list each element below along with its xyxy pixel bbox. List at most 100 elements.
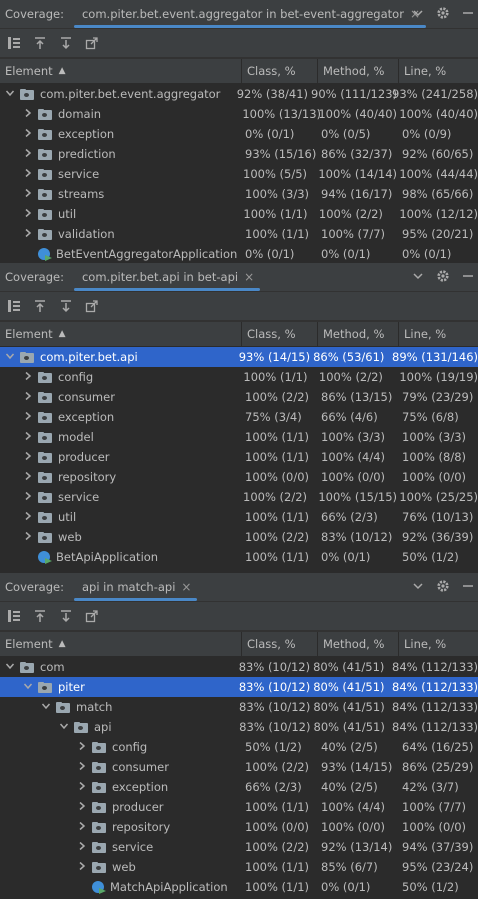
import-icon[interactable]	[32, 298, 48, 314]
table-row[interactable]: service 100% (5/5) 100% (14/14) 100% (44/44…	[0, 164, 478, 184]
table-row[interactable]: config 100% (1/1) 100% (2/2) 100% (19/19)	[0, 367, 478, 387]
table-row[interactable]: exception 75% (3/4) 66% (4/6) 75% (6/8)	[0, 407, 478, 427]
export-icon[interactable]	[58, 608, 74, 624]
import-icon[interactable]	[32, 35, 48, 51]
column-header-class[interactable]: Class, %	[242, 632, 318, 656]
table-row[interactable]: BetEventAggregatorApplication 0% (0/1) 0% …	[0, 244, 478, 264]
collapsed-arrow-icon[interactable]	[22, 228, 34, 241]
column-header-line[interactable]: Line, %	[399, 59, 478, 83]
column-header-class[interactable]: Class, %	[242, 59, 318, 83]
table-row[interactable]: MatchApiApplication 100% (1/1) 0% (0/1) 50%…	[0, 877, 478, 897]
column-header-line[interactable]: Line, %	[399, 322, 478, 346]
collapsed-arrow-icon[interactable]	[22, 371, 34, 384]
minimize-icon[interactable]	[462, 270, 474, 285]
table-row[interactable]: BetApiApplication 100% (1/1) 0% (0/1) 50% (…	[0, 547, 478, 567]
table-row[interactable]: util 100% (1/1) 66% (2/3) 76% (10/13)	[0, 507, 478, 527]
table-row[interactable]: model 100% (1/1) 100% (3/3) 100% (3/3)	[0, 427, 478, 447]
close-icon[interactable]: ×	[244, 270, 254, 284]
collapsed-arrow-icon[interactable]	[22, 128, 34, 141]
close-icon[interactable]: ×	[181, 580, 191, 594]
table-row[interactable]: com.piter.bet.api 93% (14/15) 86% (53/61) 8…	[0, 347, 478, 367]
column-header-element[interactable]: Element ▲	[0, 59, 242, 83]
navigate-icon[interactable]	[84, 298, 100, 314]
table-row[interactable]: config 50% (1/2) 40% (2/5) 64% (16/25)	[0, 737, 478, 757]
table-row[interactable]: domain 100% (13/13) 100% (40/40) 100% (40/4…	[0, 104, 478, 124]
collapsed-arrow-icon[interactable]	[76, 761, 88, 774]
export-icon[interactable]	[58, 35, 74, 51]
collapsed-arrow-icon[interactable]	[76, 781, 88, 794]
collapsed-arrow-icon[interactable]	[22, 471, 34, 484]
column-header-element[interactable]: Element ▲	[0, 632, 242, 656]
table-row[interactable]: api 83% (10/12) 80% (41/51) 84% (112/133)	[0, 717, 478, 737]
navigate-icon[interactable]	[84, 608, 100, 624]
element-cell: web	[0, 860, 242, 874]
table-row[interactable]: exception 66% (2/3) 40% (2/5) 42% (3/7)	[0, 777, 478, 797]
table-row[interactable]: service 100% (2/2) 100% (15/15) 100% (25/25…	[0, 487, 478, 507]
table-row[interactable]: service 100% (2/2) 92% (13/14) 94% (37/39)	[0, 837, 478, 857]
collapsed-arrow-icon[interactable]	[22, 451, 34, 464]
collapsed-arrow-icon[interactable]	[22, 208, 34, 221]
collapsed-arrow-icon[interactable]	[76, 801, 88, 814]
collapsed-arrow-icon[interactable]	[22, 108, 34, 121]
chevron-down-icon[interactable]	[412, 580, 424, 595]
table-row[interactable]: match 83% (10/12) 80% (41/51) 84% (112/133)	[0, 697, 478, 717]
collapsed-arrow-icon[interactable]	[22, 168, 34, 181]
flatten-packages-icon[interactable]	[6, 298, 22, 314]
table-row[interactable]: web 100% (1/1) 85% (6/7) 95% (23/24)	[0, 857, 478, 877]
column-header-line[interactable]: Line, %	[399, 632, 478, 656]
collapsed-arrow-icon[interactable]	[22, 411, 34, 424]
collapsed-arrow-icon[interactable]	[22, 491, 34, 504]
collapsed-arrow-icon[interactable]	[22, 391, 34, 404]
export-icon[interactable]	[58, 298, 74, 314]
collapsed-arrow-icon[interactable]	[22, 511, 34, 524]
column-header-method[interactable]: Method, %	[318, 322, 399, 346]
column-header-method[interactable]: Method, %	[318, 59, 399, 83]
table-row[interactable]: streams 100% (3/3) 94% (16/17) 98% (65/66)	[0, 184, 478, 204]
expanded-arrow-icon[interactable]	[58, 721, 70, 734]
flatten-packages-icon[interactable]	[6, 35, 22, 51]
table-row[interactable]: consumer 100% (2/2) 86% (13/15) 79% (23/29)	[0, 387, 478, 407]
table-row[interactable]: util 100% (1/1) 100% (2/2) 100% (12/12)	[0, 204, 478, 224]
table-row[interactable]: exception 0% (0/1) 0% (0/5) 0% (0/9)	[0, 124, 478, 144]
table-row[interactable]: com.piter.bet.event.aggregator 92% (38/41…	[0, 84, 478, 104]
collapsed-arrow-icon[interactable]	[76, 861, 88, 874]
column-header-class[interactable]: Class, %	[242, 322, 318, 346]
chevron-down-icon[interactable]	[412, 270, 424, 285]
column-header-element[interactable]: Element ▲	[0, 322, 242, 346]
collapsed-arrow-icon[interactable]	[22, 148, 34, 161]
table-row[interactable]: com 83% (10/12) 80% (41/51) 84% (112/133)	[0, 657, 478, 677]
gear-icon[interactable]	[436, 579, 450, 596]
expanded-arrow-icon[interactable]	[4, 88, 16, 101]
expanded-arrow-icon[interactable]	[4, 661, 16, 674]
table-row[interactable]: repository 100% (0/0) 100% (0/0) 100% (0/0)	[0, 467, 478, 487]
collapsed-arrow-icon[interactable]	[22, 188, 34, 201]
expanded-arrow-icon[interactable]	[4, 351, 16, 364]
chevron-down-icon[interactable]	[412, 7, 424, 22]
coverage-tab[interactable]: com.piter.bet.api in bet-api ×	[70, 263, 261, 291]
collapsed-arrow-icon[interactable]	[76, 741, 88, 754]
minimize-icon[interactable]	[462, 7, 474, 22]
collapsed-arrow-icon[interactable]	[76, 841, 88, 854]
table-row[interactable]: piter 83% (10/12) 80% (41/51) 84% (112/133)	[0, 677, 478, 697]
import-icon[interactable]	[32, 608, 48, 624]
gear-icon[interactable]	[436, 269, 450, 286]
navigate-icon[interactable]	[84, 35, 100, 51]
table-row[interactable]: repository 100% (0/0) 100% (0/0) 100% (0/0)	[0, 817, 478, 837]
column-header-method[interactable]: Method, %	[318, 632, 399, 656]
table-row[interactable]: web 100% (2/2) 83% (10/12) 92% (36/39)	[0, 527, 478, 547]
flatten-packages-icon[interactable]	[6, 608, 22, 624]
minimize-icon[interactable]	[462, 580, 474, 595]
table-row[interactable]: consumer 100% (2/2) 93% (14/15) 86% (25/29)	[0, 757, 478, 777]
coverage-tab[interactable]: api in match-api ×	[70, 573, 198, 601]
table-row[interactable]: validation 100% (1/1) 100% (7/7) 95% (20/21…	[0, 224, 478, 244]
table-row[interactable]: producer 100% (1/1) 100% (4/4) 100% (8/8)	[0, 447, 478, 467]
expanded-arrow-icon[interactable]	[22, 681, 34, 694]
gear-icon[interactable]	[436, 6, 450, 23]
collapsed-arrow-icon[interactable]	[22, 531, 34, 544]
collapsed-arrow-icon[interactable]	[76, 821, 88, 834]
expanded-arrow-icon[interactable]	[40, 701, 52, 714]
coverage-tab[interactable]: com.piter.bet.event.aggregator in bet-ev…	[70, 0, 427, 28]
collapsed-arrow-icon[interactable]	[22, 431, 34, 444]
table-row[interactable]: producer 100% (1/1) 100% (4/4) 100% (7/7)	[0, 797, 478, 817]
table-row[interactable]: prediction 93% (15/16) 86% (32/37) 92% (60/…	[0, 144, 478, 164]
